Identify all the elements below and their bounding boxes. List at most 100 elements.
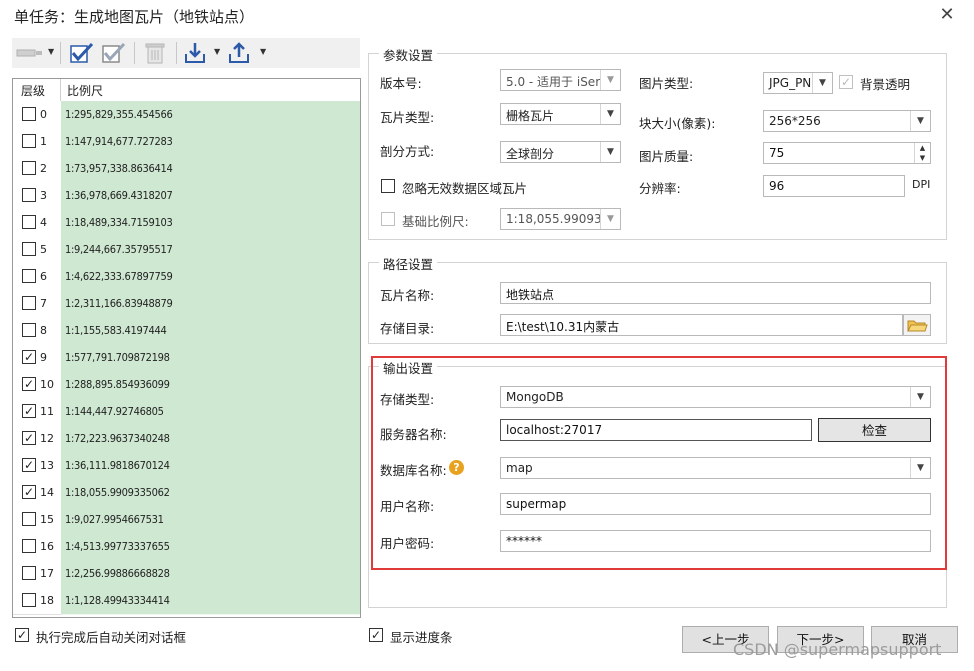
table-row[interactable]: 8 1:1,155,583.4197444	[13, 317, 360, 345]
scale-cell: 1:18,489,334.7159103	[61, 209, 360, 237]
chevron-down-icon: ▼	[600, 104, 620, 124]
auto-close-checkbox[interactable]: ✓	[15, 628, 29, 642]
table-row[interactable]: ✓ 13 1:36,111.9818670124	[13, 452, 360, 480]
level-checkbox[interactable]	[22, 161, 36, 175]
chevron-down-icon: ▼	[600, 209, 620, 229]
import-icon[interactable]	[184, 42, 208, 64]
spin-up-icon[interactable]: ▲	[915, 143, 930, 153]
table-row[interactable]: ✓ 9 1:577,791.709872198	[13, 344, 360, 372]
image-type-select[interactable]: JPG_PN ▼	[763, 72, 833, 94]
show-progress-checkbox[interactable]: ✓	[369, 628, 383, 642]
table-row[interactable]: ✓ 12 1:72,223.9637340248	[13, 425, 360, 453]
ignore-invalid-checkbox[interactable]	[381, 179, 395, 193]
highlight-box	[371, 356, 947, 570]
table-row[interactable]: 7 1:2,311,166.83948879	[13, 290, 360, 318]
column-header-level[interactable]: 层级	[21, 82, 45, 99]
scale-value: 1:36,978,669.4318207	[65, 189, 173, 202]
level-checkbox[interactable]	[22, 269, 36, 283]
base-scale-label: 基础比例尺:	[402, 214, 469, 229]
level-checkbox[interactable]: ✓	[22, 350, 36, 364]
table-row[interactable]: 17 1:2,256.99886668828	[13, 560, 360, 588]
version-select[interactable]: 5.0 - 适用于 iServ ▼	[500, 69, 621, 91]
chevron-down-icon[interactable]: ▼	[48, 47, 54, 56]
table-row[interactable]: ✓ 10 1:288,895.854936099	[13, 371, 360, 399]
level-number: 11	[40, 405, 54, 418]
level-checkbox[interactable]: ✓	[22, 485, 36, 499]
level-number: 3	[40, 189, 47, 202]
level-number: 14	[40, 486, 54, 499]
delete-icon[interactable]	[142, 42, 168, 64]
level-checkbox[interactable]: ✓	[22, 458, 36, 472]
block-size-select[interactable]: 256*256 ▼	[763, 110, 931, 132]
level-checkbox[interactable]	[22, 107, 36, 121]
split-select[interactable]: 全球剖分 ▼	[500, 141, 621, 163]
resolution-input[interactable]: 96	[763, 175, 905, 197]
level-cell: ✓ 9	[13, 344, 62, 372]
level-cell: ✓ 14	[13, 479, 62, 507]
table-row[interactable]: 15 1:9,027.9954667531	[13, 506, 360, 534]
level-number: 7	[40, 297, 47, 310]
level-number: 6	[40, 270, 47, 283]
column-header-scale[interactable]: 比例尺	[67, 82, 103, 99]
level-checkbox[interactable]: ✓	[22, 377, 36, 391]
table-row[interactable]: 0 1:295,829,355.454566	[13, 101, 360, 129]
chevron-down-icon[interactable]: ▼	[214, 47, 220, 56]
spin-buttons[interactable]: ▲ ▼	[914, 143, 930, 163]
scale-value: 1:4,622,333.67897759	[65, 270, 173, 283]
level-checkbox[interactable]	[22, 296, 36, 310]
show-progress-label: 显示进度条	[390, 630, 453, 645]
level-cell: 2	[13, 155, 62, 183]
tile-name-label: 瓦片名称:	[380, 288, 435, 303]
level-cell: 4	[13, 209, 62, 237]
tile-type-select[interactable]: 栅格瓦片 ▼	[500, 103, 621, 125]
table-row[interactable]: 5 1:9,244,667.35795517	[13, 236, 360, 264]
close-icon[interactable]: ✕	[936, 4, 958, 26]
select-all-icon[interactable]	[68, 42, 94, 64]
spin-down-icon[interactable]: ▼	[915, 153, 930, 163]
table-row[interactable]: 3 1:36,978,669.4318207	[13, 182, 360, 210]
level-checkbox[interactable]	[22, 242, 36, 256]
level-cell: 1	[13, 128, 62, 156]
scale-cell: 1:72,223.9637340248	[61, 425, 360, 453]
scale-level-list: 层级 比例尺 0 1:295,829,355.454566 1 1:147,914,6…	[12, 78, 361, 618]
level-checkbox[interactable]	[22, 134, 36, 148]
level-checkbox[interactable]	[22, 323, 36, 337]
transparent-checkbox[interactable]: ✓	[839, 75, 853, 89]
dir-input[interactable]: E:\test\10.31内蒙古	[500, 314, 903, 336]
level-checkbox[interactable]	[22, 566, 36, 580]
table-row[interactable]: 2 1:73,957,338.8636414	[13, 155, 360, 183]
chevron-down-icon[interactable]: ▼	[260, 47, 266, 56]
level-checkbox[interactable]	[22, 188, 36, 202]
table-row[interactable]: 1 1:147,914,677.727283	[13, 128, 360, 156]
base-scale-select[interactable]: 1:18,055.990933 ▼	[500, 208, 621, 230]
table-row[interactable]: 4 1:18,489,334.7159103	[13, 209, 360, 237]
table-row[interactable]: ✓ 11 1:144,447.92746805	[13, 398, 360, 426]
level-checkbox[interactable]: ✓	[22, 404, 36, 418]
level-checkbox[interactable]: ✓	[22, 431, 36, 445]
table-row[interactable]: ✓ 14 1:18,055.9909335062	[13, 479, 360, 507]
table-row[interactable]: 18 1:1,128.49943334414	[13, 587, 360, 615]
level-cell: 16	[13, 533, 62, 561]
scale-value: 1:147,914,677.727283	[65, 135, 173, 148]
scale-cell: 1:577,791.709872198	[61, 344, 360, 372]
level-number: 4	[40, 216, 47, 229]
level-checkbox[interactable]	[22, 539, 36, 553]
tile-name-input[interactable]: 地铁站点	[500, 282, 931, 304]
level-checkbox[interactable]	[22, 512, 36, 526]
add-level-icon[interactable]	[16, 42, 44, 64]
level-cell: 18	[13, 587, 62, 615]
invert-select-icon[interactable]	[100, 42, 126, 64]
level-number: 15	[40, 513, 54, 526]
base-scale-checkbox[interactable]	[381, 212, 395, 226]
quality-stepper[interactable]: 75 ▲ ▼	[763, 142, 931, 164]
table-row[interactable]: 6 1:4,622,333.67897759	[13, 263, 360, 291]
scale-cell: 1:9,027.9954667531	[61, 506, 360, 534]
level-checkbox[interactable]	[22, 593, 36, 607]
resolution-label: 分辨率:	[639, 181, 681, 196]
scale-cell: 1:2,311,166.83948879	[61, 290, 360, 318]
level-checkbox[interactable]	[22, 215, 36, 229]
browse-folder-button[interactable]	[903, 314, 931, 336]
export-icon[interactable]	[228, 42, 252, 64]
level-number: 12	[40, 432, 54, 445]
table-row[interactable]: 16 1:4,513.99773337655	[13, 533, 360, 561]
